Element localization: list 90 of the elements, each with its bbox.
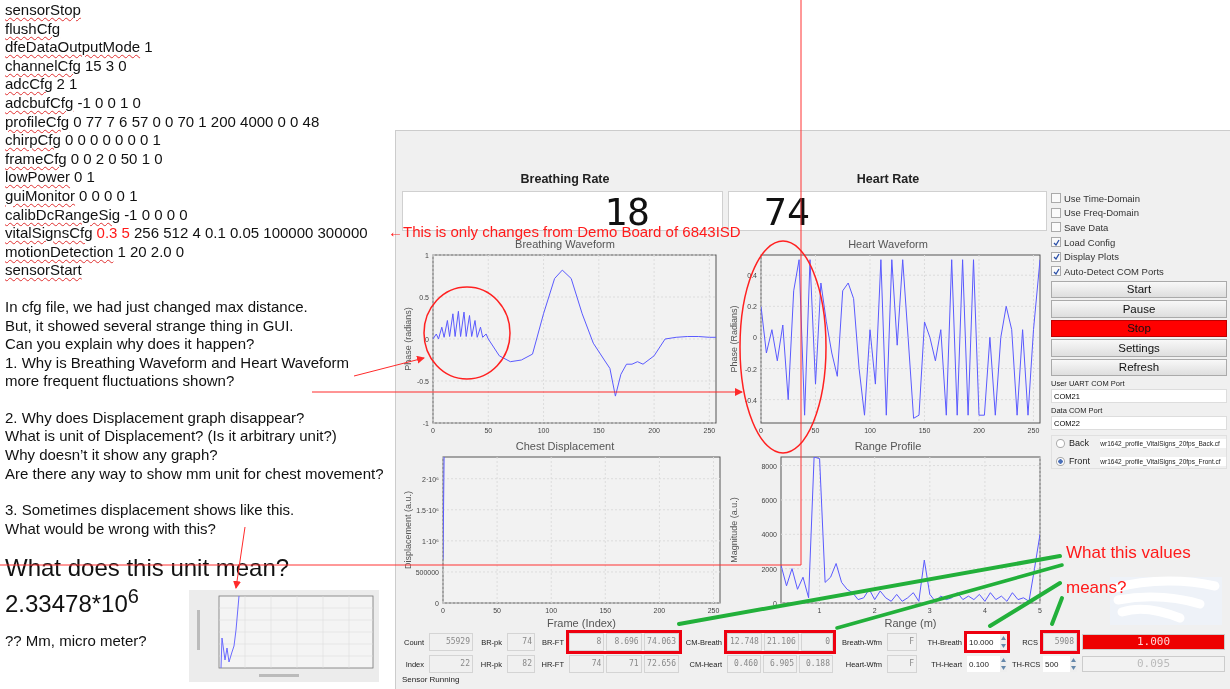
action-button[interactable]: Refresh bbox=[1051, 358, 1227, 377]
config-line: frameCfg 0 0 2 0 50 1 0 bbox=[5, 149, 163, 169]
question-text: But, it showed several strange thing in GUI. bbox=[5, 316, 294, 336]
chart-title: Heart Waveform bbox=[847, 237, 929, 251]
config-line: sensorStart bbox=[5, 261, 82, 280]
readout-field: 22 bbox=[429, 655, 473, 673]
readout-field: 12.748 bbox=[727, 633, 762, 651]
config-line: profileCfg 0 77 7 6 57 0 0 70 1 200 4000 0 0 48 bbox=[5, 112, 320, 132]
spin-box[interactable]: 0.100 bbox=[967, 656, 1007, 672]
checkbox-label[interactable]: Display Plots bbox=[1064, 251, 1119, 263]
checkbox[interactable] bbox=[1051, 193, 1061, 204]
question-text: 3. Sometimes displacement shows like this. bbox=[5, 501, 295, 520]
readout-field: 8 bbox=[569, 633, 605, 651]
readout-field: F bbox=[887, 655, 917, 673]
checkbox[interactable] bbox=[1051, 207, 1061, 218]
axis-label: Displacement (a.u.) bbox=[403, 491, 413, 569]
axis-label: Phase (Radians) bbox=[729, 305, 739, 373]
radio-button[interactable] bbox=[1056, 438, 1065, 448]
action-button[interactable]: Stop bbox=[1051, 319, 1227, 338]
spin-box[interactable]: 10.000 bbox=[967, 634, 1007, 650]
question-text: What is unit of Displacement? (Is it arbitrary unit?) bbox=[5, 427, 337, 447]
chart-title: Range Profile bbox=[853, 439, 923, 453]
spin-arrows-icon[interactable] bbox=[1070, 656, 1077, 672]
readout-field: 72.656 bbox=[643, 655, 679, 673]
config-line: adcbufCfg -1 0 0 1 0 bbox=[5, 93, 141, 113]
chart-title: Chest Displacement bbox=[514, 439, 616, 453]
question-text: Why doesn’t it show any graph? bbox=[5, 446, 218, 465]
spin-box[interactable]: 500 bbox=[1043, 656, 1077, 672]
radio-label[interactable]: Back bbox=[1068, 438, 1097, 449]
config-line: dfeDataOutputMode 1 bbox=[5, 38, 153, 57]
config-line: guiMonitor 0 0 0 0 1 bbox=[5, 186, 138, 206]
action-button[interactable]: Pause bbox=[1051, 300, 1227, 318]
config-line: channelCfg 15 3 0 bbox=[5, 56, 127, 76]
config-line: vitalSignsCfg 0.3 5 256 512 4 0.1 0.05 100000 300000 bbox=[5, 224, 368, 243]
readout-field: 5908 bbox=[1043, 633, 1077, 651]
checkbox[interactable] bbox=[1051, 237, 1061, 248]
readout-field: 74 bbox=[569, 655, 605, 673]
rate-title: Heart Rate bbox=[855, 172, 921, 188]
readout-field: 82 bbox=[507, 655, 535, 673]
checkbox[interactable] bbox=[1051, 251, 1061, 262]
question-text: more frequent fluctuations shown? bbox=[5, 372, 235, 391]
checkbox-label[interactable]: Use Time-Domain bbox=[1064, 192, 1141, 204]
axis-label: Phase (radians) bbox=[403, 307, 413, 371]
checkbox-label[interactable]: Save Data bbox=[1064, 222, 1109, 233]
checkbox[interactable] bbox=[1051, 266, 1061, 277]
readout-field: F bbox=[887, 633, 917, 651]
action-button[interactable]: Start bbox=[1051, 280, 1227, 299]
question-text: Can you explain why does it happen? bbox=[5, 335, 255, 354]
axis-label: Range (m) bbox=[884, 617, 937, 629]
question-text: In cfg file, we had just changed max distance. bbox=[5, 297, 308, 317]
readout-field: 6.905 bbox=[763, 655, 797, 673]
question-text: ?? Mm, micro meter? bbox=[5, 632, 147, 650]
config-line: motionDetection 1 20 2.0 0 bbox=[5, 242, 185, 262]
radio-label[interactable]: Front bbox=[1068, 456, 1097, 467]
config-line: sensorStop bbox=[5, 1, 81, 20]
readout-field: 55929 bbox=[429, 633, 473, 651]
question-text: Are there any way to show mm unit for chest movement? bbox=[5, 464, 384, 484]
radio-button[interactable] bbox=[1056, 456, 1065, 466]
readout-field: 0.460 bbox=[727, 655, 761, 673]
spin-arrows-icon[interactable] bbox=[1000, 634, 1007, 650]
status-text: Sensor Running bbox=[402, 675, 461, 684]
rate-title: Breathing Rate bbox=[519, 172, 611, 188]
question-text: 1. Why is Breathing Waveform and Heart Waveform bbox=[5, 353, 349, 373]
status-bar: 1.000 bbox=[1082, 634, 1225, 650]
readout-field: 0.188 bbox=[799, 655, 833, 673]
readout-field: 71 bbox=[606, 655, 642, 673]
axis-label: Magnitude (a.u.) bbox=[729, 497, 739, 563]
checkbox-label[interactable]: Load Config bbox=[1064, 236, 1116, 248]
question-heading: What does this unit mean? bbox=[5, 554, 290, 583]
value-text: 2.33478*10$^{6}$ bbox=[5, 584, 139, 619]
readout-field: 74 bbox=[507, 633, 535, 651]
readout-field: 8.696 bbox=[606, 633, 642, 651]
config-line: chirpCfg 0 0 0 0 0 0 0 1 bbox=[5, 131, 161, 150]
config-line: adcCfg 2 1 bbox=[5, 75, 78, 94]
config-line: calibDcRangeSig -1 0 0 0 0 bbox=[5, 205, 188, 225]
checkbox-label[interactable]: Use Freq-Domain bbox=[1064, 207, 1139, 219]
spin-arrows-icon[interactable] bbox=[1000, 656, 1007, 672]
question-text: What would be wrong with this? bbox=[5, 519, 216, 539]
axis-label: Frame (Index) bbox=[546, 617, 617, 629]
question-text: 2. Why does Displacement graph disappear? bbox=[5, 408, 305, 428]
checkbox[interactable] bbox=[1051, 222, 1061, 233]
callout-text: What this values bbox=[1066, 543, 1191, 563]
readout-field: 0 bbox=[800, 633, 833, 651]
config-line: flushCfg bbox=[5, 19, 61, 39]
readout-field: 21.106 bbox=[763, 633, 799, 651]
checkbox-label[interactable]: Auto-Detect COM Ports bbox=[1064, 265, 1164, 277]
config-line: lowPower 0 1 bbox=[5, 168, 95, 187]
callout-text: means? bbox=[1066, 578, 1127, 598]
readout-field: 74.063 bbox=[643, 633, 679, 651]
action-button[interactable]: Settings bbox=[1051, 339, 1227, 357]
